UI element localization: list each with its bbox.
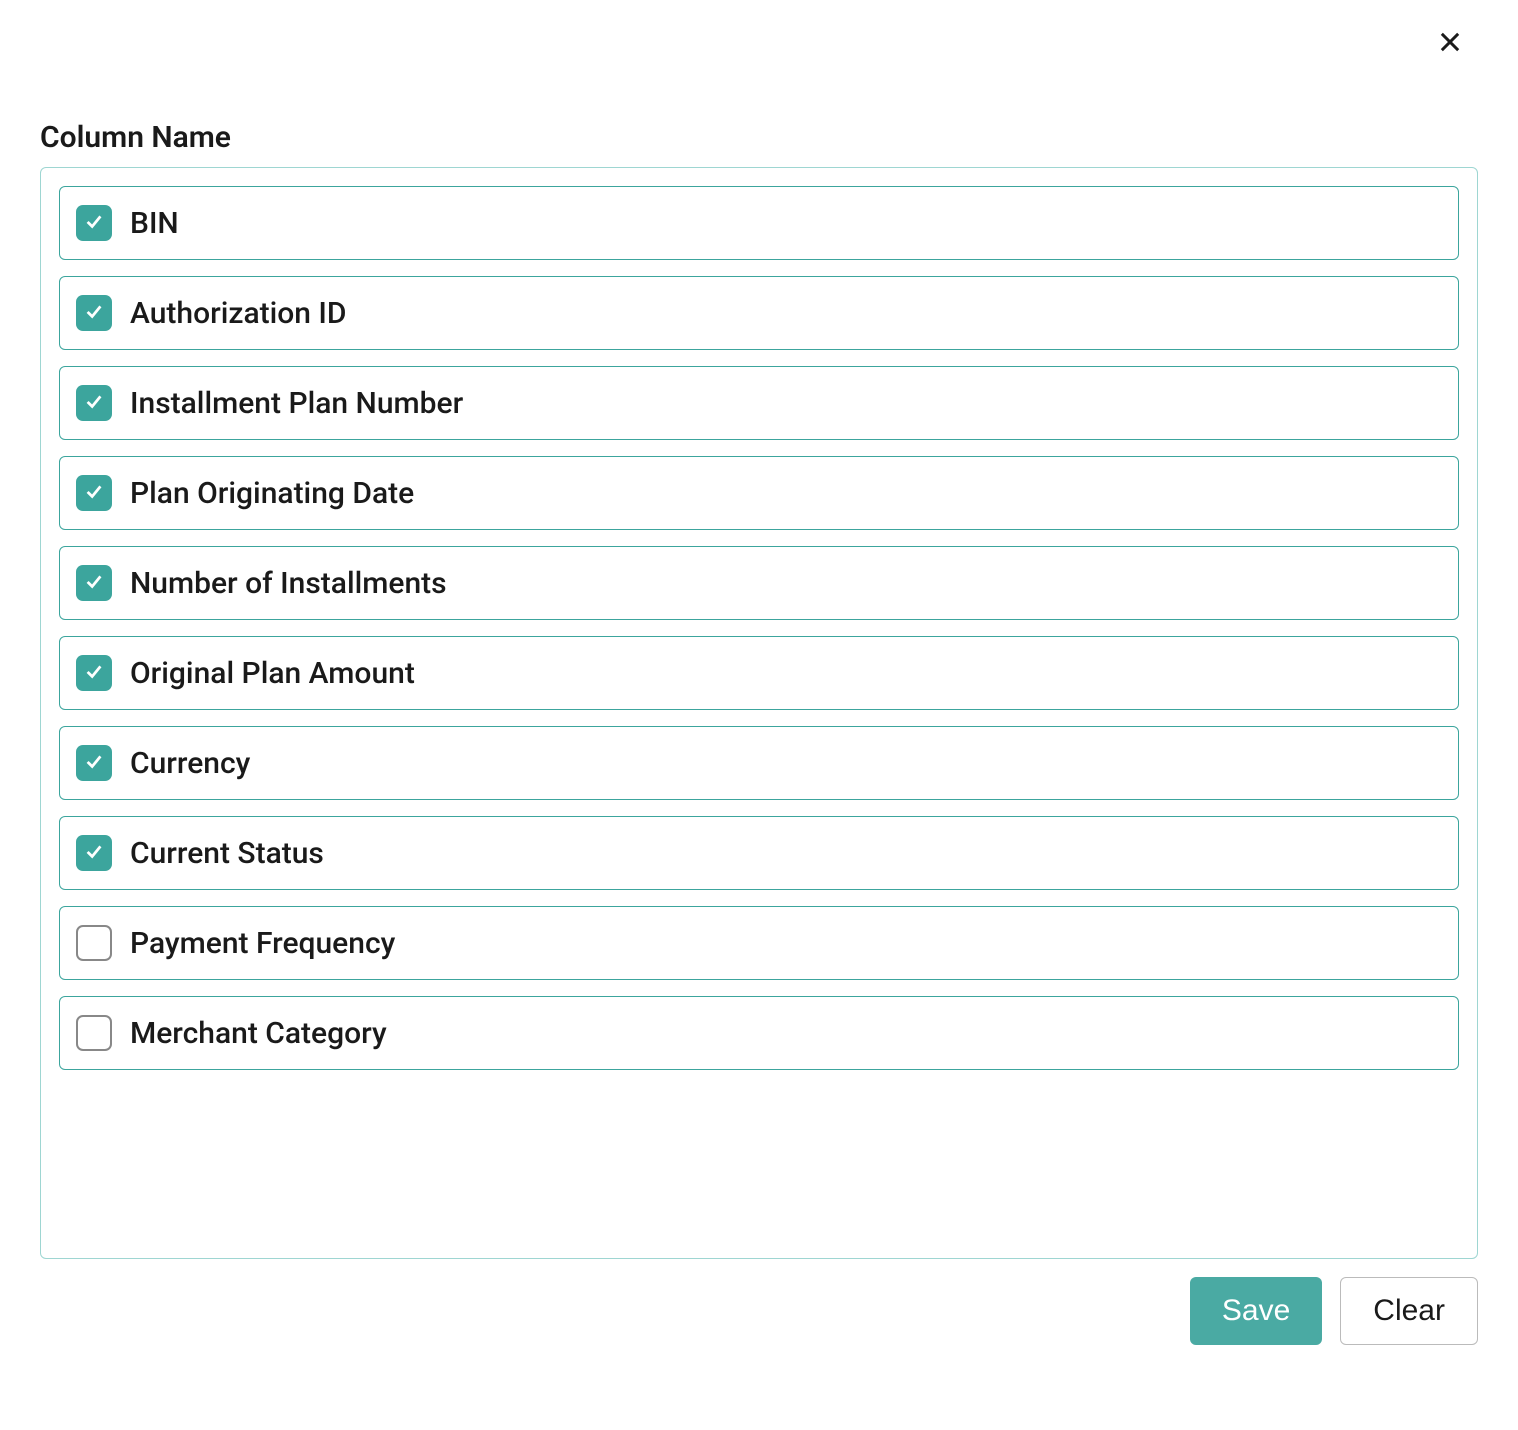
section-title: Column Name bbox=[40, 120, 1478, 155]
column-checkbox[interactable] bbox=[76, 475, 112, 511]
column-checkbox[interactable] bbox=[76, 925, 112, 961]
column-list-container: BIN Authorization ID Installment Plan Numb… bbox=[40, 167, 1478, 1259]
column-checkbox[interactable] bbox=[76, 655, 112, 691]
check-icon bbox=[83, 660, 105, 686]
check-icon bbox=[83, 390, 105, 416]
column-item[interactable]: Authorization ID bbox=[59, 276, 1459, 350]
column-label: Currency bbox=[130, 746, 250, 781]
column-item[interactable]: Current Status bbox=[59, 816, 1459, 890]
column-item[interactable]: BIN bbox=[59, 186, 1459, 260]
column-checkbox[interactable] bbox=[76, 745, 112, 781]
check-icon bbox=[83, 570, 105, 596]
column-item[interactable]: Payment Frequency bbox=[59, 906, 1459, 980]
column-item[interactable]: Installment Plan Number bbox=[59, 366, 1459, 440]
column-item[interactable]: Plan Originating Date bbox=[59, 456, 1459, 530]
column-label: Merchant Category bbox=[130, 1016, 387, 1051]
column-label: Payment Frequency bbox=[130, 926, 395, 961]
column-item[interactable]: Number of Installments bbox=[59, 546, 1459, 620]
column-item[interactable]: Currency bbox=[59, 726, 1459, 800]
save-button[interactable]: Save bbox=[1190, 1277, 1322, 1345]
column-label: Installment Plan Number bbox=[130, 386, 463, 421]
close-icon bbox=[1436, 44, 1464, 59]
column-label: Plan Originating Date bbox=[130, 476, 414, 511]
column-item[interactable]: Original Plan Amount bbox=[59, 636, 1459, 710]
column-item[interactable]: Merchant Category bbox=[59, 996, 1459, 1070]
column-label: Number of Installments bbox=[130, 566, 447, 601]
column-checkbox[interactable] bbox=[76, 565, 112, 601]
button-row: Save Clear bbox=[40, 1277, 1478, 1345]
column-label: Original Plan Amount bbox=[130, 656, 415, 691]
column-checkbox[interactable] bbox=[76, 835, 112, 871]
column-checkbox[interactable] bbox=[76, 295, 112, 331]
column-checkbox[interactable] bbox=[76, 205, 112, 241]
clear-button[interactable]: Clear bbox=[1340, 1277, 1478, 1345]
check-icon bbox=[83, 480, 105, 506]
check-icon bbox=[83, 750, 105, 776]
column-label: Authorization ID bbox=[130, 296, 347, 331]
close-button[interactable] bbox=[1432, 24, 1468, 63]
check-icon bbox=[83, 840, 105, 866]
column-checkbox[interactable] bbox=[76, 1015, 112, 1051]
column-label: BIN bbox=[130, 206, 179, 241]
check-icon bbox=[83, 300, 105, 326]
check-icon bbox=[83, 210, 105, 236]
column-label: Current Status bbox=[130, 836, 324, 871]
column-checkbox[interactable] bbox=[76, 385, 112, 421]
